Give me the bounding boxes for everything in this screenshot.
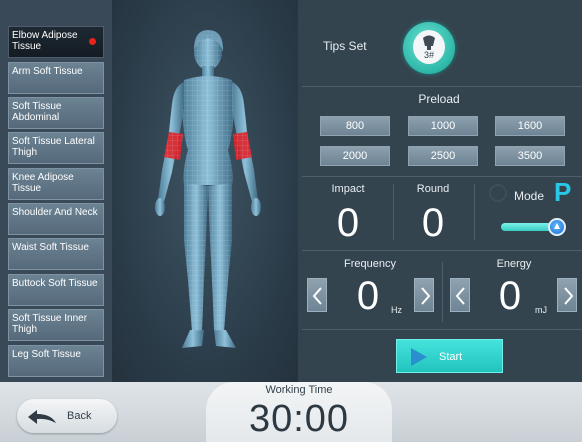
energy-unit: mJ [535,305,547,315]
preload-1000-button[interactable]: 1000 [408,116,478,136]
chevron-left-icon [312,287,322,305]
sidebar-item-label: Arm Soft Tissue [12,66,83,77]
mode-slider-knob[interactable] [548,218,566,236]
divider [302,250,582,251]
sidebar-item-label: Shoulder And Neck [12,207,98,218]
energy-decrease-button[interactable] [450,278,470,312]
preload-1600-button[interactable]: 1600 [495,116,565,136]
back-button[interactable]: Back [17,399,117,433]
back-arrow-icon [28,410,56,424]
divider [474,184,475,240]
tips-set-button[interactable]: 3# [403,22,455,74]
sidebar-item-label: Leg Soft Tissue [12,349,81,360]
mode-indicator-icon [489,184,507,202]
sidebar-item-waist-soft[interactable]: Waist Soft Tissue [8,238,104,270]
impact-value: 0 [336,201,360,245]
round-value: 0 [421,201,445,245]
frequency-unit: Hz [391,305,402,315]
frequency-increase-button[interactable] [414,278,434,312]
divider [302,329,582,330]
sidebar-item-shoulder-neck[interactable]: Shoulder And Neck [8,203,104,235]
preload-2500-button[interactable]: 2500 [408,146,478,166]
active-indicator-icon [89,38,96,45]
start-label: Start [439,351,463,363]
preload-label: Preload [418,92,460,106]
sidebar-item-label: Buttock Soft Tissue [12,278,98,289]
tips-set-label: Tips Set [323,39,367,53]
sidebar-item-label: Soft Tissue Inner Thigh [12,313,88,335]
sidebar-item-label: Elbow Adipose Tissue [12,30,78,52]
frequency-decrease-button[interactable] [307,278,327,312]
sidebar-item-arm-soft[interactable]: Arm Soft Tissue [8,62,104,94]
divider [302,86,582,87]
energy-value: 0 [498,274,522,318]
frequency-value: 0 [356,274,380,318]
divider [302,176,582,177]
chevron-right-icon [421,287,431,305]
play-icon [411,348,427,366]
chevron-left-icon [455,287,465,305]
start-button[interactable]: Start [396,339,503,373]
treatment-area-sidebar: Elbow Adipose Tissue Arm Soft Tissue Sof… [0,0,112,382]
back-label: Back [67,410,92,422]
divider [393,184,394,240]
preload-3500-button[interactable]: 3500 [495,146,565,166]
tip-head-icon: 3# [413,30,445,64]
chevron-right-icon [564,287,574,305]
sidebar-item-label: Knee Adipose Tissue [12,172,74,194]
impact-label: Impact [331,183,365,195]
sidebar-item-buttock[interactable]: Buttock Soft Tissue [8,274,104,306]
energy-increase-button[interactable] [557,278,577,312]
sidebar-item-elbow-adipose[interactable]: Elbow Adipose Tissue [8,26,104,58]
energy-label: Energy [496,258,532,270]
round-label: Round [416,183,450,195]
working-time-label: Working Time [265,384,333,396]
divider [442,262,443,322]
tip-value: 3# [423,50,434,60]
mode-label: Mode [514,189,545,203]
frequency-label: Frequency [344,258,396,270]
sidebar-item-inner-thigh[interactable]: Soft Tissue Inner Thigh [8,309,104,341]
body-model-icon [155,30,261,348]
preload-2000-button[interactable]: 2000 [320,146,390,166]
sidebar-item-label: Waist Soft Tissue [12,242,89,253]
sidebar-item-label: Soft Tissue Lateral Thigh [12,136,95,158]
body-figure-panel [112,0,298,382]
sidebar-item-leg-soft[interactable]: Leg Soft Tissue [8,345,104,377]
mode-value: P [554,177,572,207]
sidebar-item-lateral-thigh[interactable]: Soft Tissue Lateral Thigh [8,132,104,164]
preload-800-button[interactable]: 800 [320,116,390,136]
sidebar-item-knee-adipose[interactable]: Knee Adipose Tissue [8,168,104,200]
working-time-value: 30:00 [248,398,350,440]
